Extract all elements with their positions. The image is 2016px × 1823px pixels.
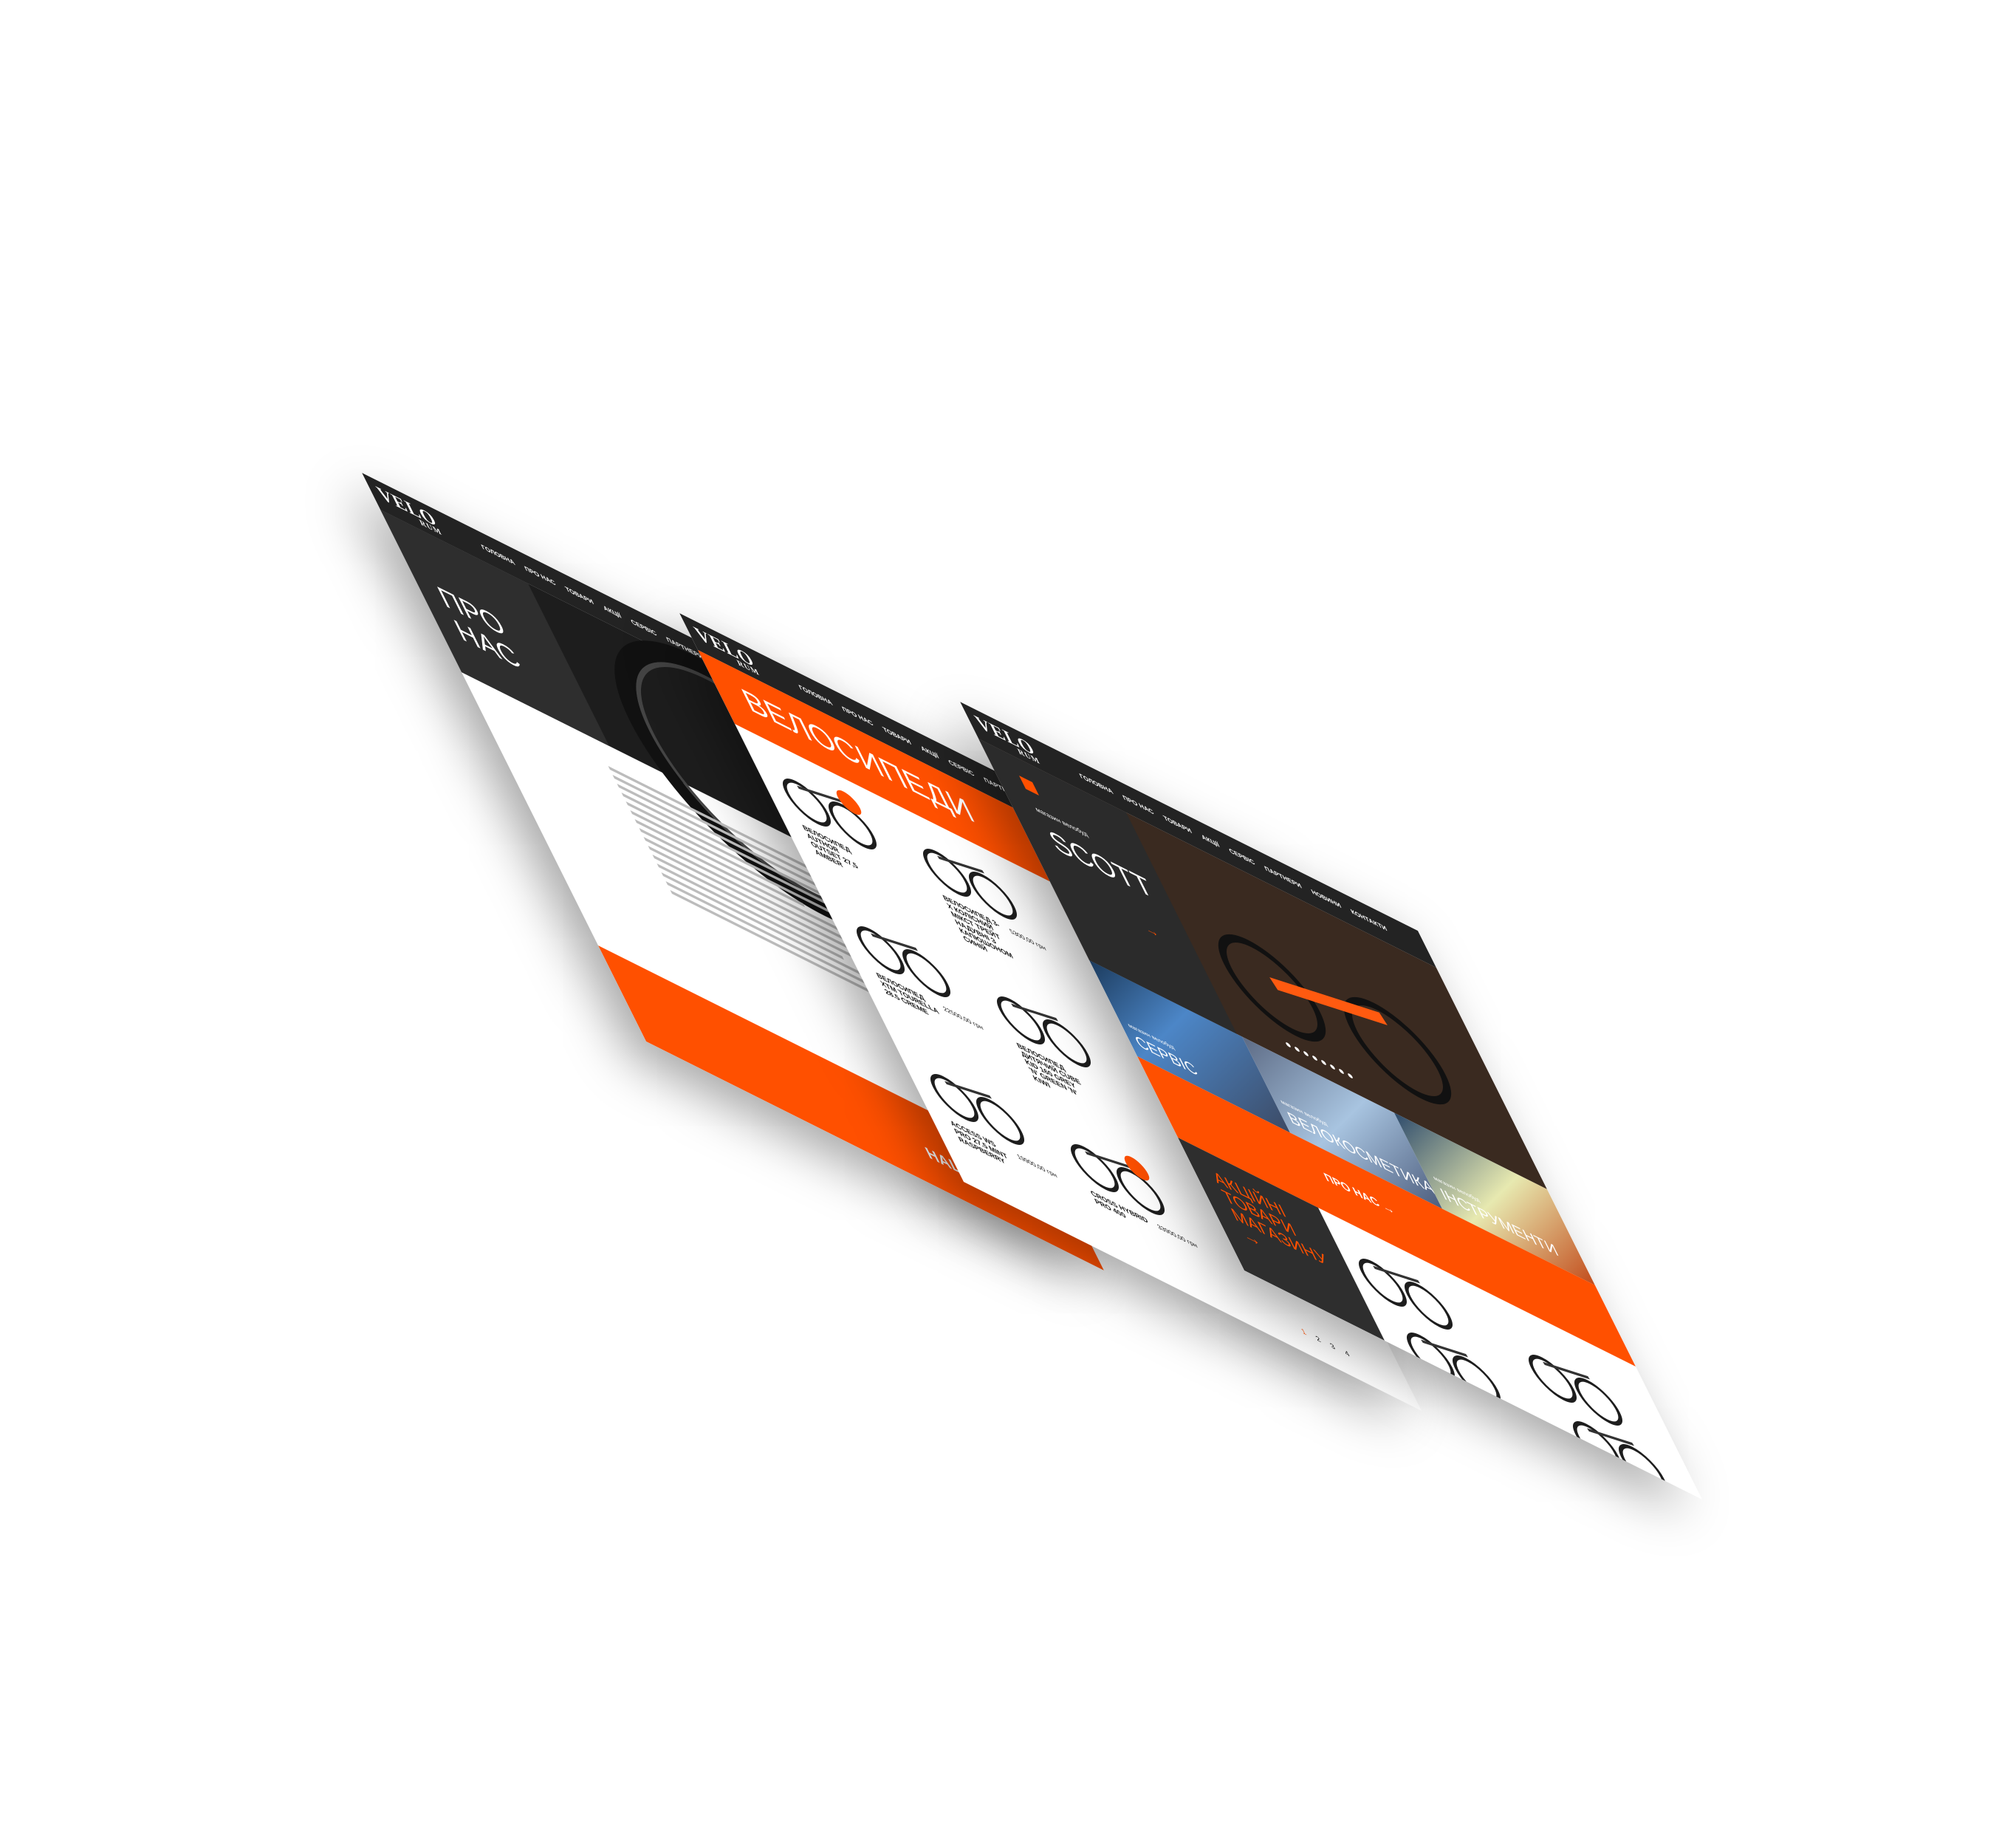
slider-dot[interactable] (1329, 1064, 1336, 1070)
slider-dot[interactable] (1285, 1042, 1292, 1048)
slider-dot[interactable] (1338, 1068, 1345, 1075)
slider-dot[interactable] (1320, 1059, 1327, 1066)
product-price: 33900,00 грн (1156, 1222, 1199, 1250)
page-link[interactable]: 3 (1328, 1341, 1337, 1352)
slider-dot[interactable] (1347, 1073, 1354, 1079)
product-price: 19900,00 грн (1015, 1152, 1059, 1180)
mockup-stage: VELO RUM Головна Про нас Товари Акції Се… (0, 0, 2016, 1823)
nav-item-products[interactable]: Товари (881, 725, 912, 747)
nav-item-service[interactable]: Сервіс (947, 758, 976, 778)
page-link[interactable]: 4 (1343, 1349, 1351, 1359)
nav-item-products[interactable]: Товари (563, 585, 594, 606)
slider-dot[interactable] (1303, 1050, 1309, 1057)
product-price: 22500,00 грн (942, 1005, 985, 1032)
nav-item-products[interactable]: Товари (1162, 814, 1193, 835)
nav-item-service[interactable]: Сервіс (629, 618, 658, 637)
nav-item-service[interactable]: Сервіс (1227, 846, 1256, 866)
nav-item-sales[interactable]: Акції (1200, 832, 1221, 849)
page-link[interactable]: 2 (1314, 1335, 1323, 1345)
nav-item-sales[interactable]: Акції (919, 744, 941, 760)
accent-square (1019, 776, 1039, 796)
hero-title: SCOTT (1043, 824, 1160, 906)
product-price: 5300,00 грн (1008, 927, 1048, 953)
pagination: 1 2 3 4 (1300, 1327, 1351, 1359)
arrow-right-icon[interactable]: → (1141, 920, 1162, 942)
page-link[interactable]: 1 (1300, 1327, 1308, 1338)
slider-dot[interactable] (1294, 1046, 1300, 1053)
nav-item-sales[interactable]: Акції (602, 603, 623, 620)
slider-dot[interactable] (1312, 1055, 1318, 1061)
